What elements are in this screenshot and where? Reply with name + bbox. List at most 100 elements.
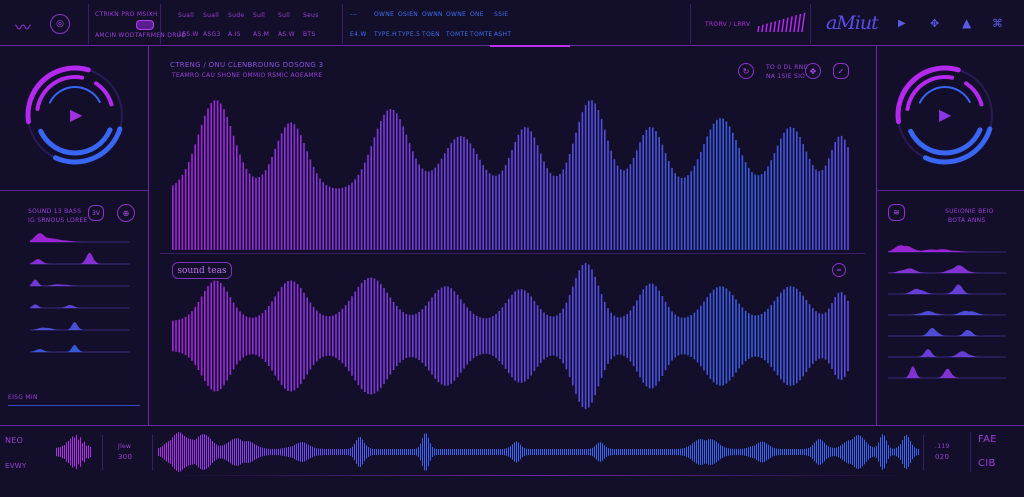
waveform-bar [370, 448, 371, 456]
waveform-bar [540, 449, 541, 455]
waveform-bar [510, 446, 511, 458]
waveform-bar [466, 449, 467, 455]
waveform-bar [476, 449, 477, 455]
waveform-bar [312, 446, 313, 458]
waveform-bar [810, 446, 811, 458]
waveform-bar [326, 448, 327, 456]
waveform-bar [258, 446, 259, 458]
waveform-bar [216, 444, 217, 460]
waveform-bar [290, 446, 291, 458]
waveform-bar [814, 442, 815, 462]
waveform-bar [276, 448, 277, 456]
waveform-bar [542, 449, 543, 455]
waveform-bar [316, 448, 317, 456]
waveform-bar [572, 449, 573, 455]
waveform-bar [786, 448, 787, 456]
waveform-bar [706, 440, 707, 464]
waveform-bar [434, 448, 435, 456]
waveform-bar [214, 442, 215, 462]
waveform-bar [770, 446, 771, 458]
waveform-bar [822, 440, 823, 464]
waveform-bar [504, 448, 505, 456]
waveform-bar [582, 448, 583, 456]
waveform-bar [604, 445, 605, 459]
waveform-bar [282, 448, 283, 456]
waveform-bar [694, 441, 695, 463]
waveform-bar [720, 444, 721, 460]
waveform-bar [366, 445, 367, 459]
waveform-bar [458, 449, 459, 455]
waveform-bar [472, 449, 473, 455]
waveform-bar [398, 449, 399, 455]
waveform-bar [488, 449, 489, 455]
waveform-bar [904, 436, 905, 468]
waveform-bar [820, 439, 821, 465]
waveform-bar [250, 441, 251, 463]
waveform-bar [586, 448, 587, 456]
waveform-bar [304, 442, 305, 462]
waveform-bar [198, 436, 199, 468]
waveform-bar [766, 443, 767, 461]
waveform-bar [668, 448, 669, 456]
waveform-bar [376, 448, 377, 456]
waveform-bar [866, 442, 867, 462]
waveform-bar [576, 449, 577, 455]
waveform-bar [674, 448, 675, 456]
waveform-bar [554, 449, 555, 455]
waveform-bar [428, 437, 429, 467]
waveform-bar [432, 447, 433, 457]
waveform-bar [462, 449, 463, 455]
waveform-bar [252, 442, 253, 462]
waveform-bar [286, 447, 287, 457]
waveform-bar [408, 448, 409, 456]
waveform-bar [894, 448, 895, 456]
waveform-bar [406, 449, 407, 456]
waveform-bar [696, 440, 697, 464]
waveform-bar [898, 446, 899, 458]
waveform-bar [560, 449, 561, 455]
waveform-bar [640, 449, 641, 455]
waveform-bar [192, 439, 193, 465]
waveform-bar [562, 449, 563, 455]
waveform-bar [558, 449, 559, 455]
waveform-bar [218, 445, 219, 459]
waveform-bar [206, 435, 207, 469]
waveform-bar [360, 437, 361, 467]
waveform-bar [418, 447, 419, 457]
waveform-bar [750, 446, 751, 458]
waveform-bar [382, 448, 383, 455]
waveform-bar [500, 448, 501, 456]
waveform-bar [378, 448, 379, 456]
waveform-bar [356, 440, 357, 464]
waveform-bar [648, 449, 649, 455]
waveform-bar [890, 447, 891, 457]
waveform-bar [852, 439, 853, 465]
waveform-bar [782, 448, 783, 456]
waveform-bar [478, 449, 479, 455]
waveform-bar [606, 447, 607, 457]
waveform-bar [394, 449, 395, 455]
waveform-bar [178, 432, 179, 472]
waveform-bar [310, 445, 311, 459]
bottom-right-label: .119 [935, 443, 950, 450]
waveform-bar [234, 438, 235, 466]
waveform-bar [738, 448, 739, 456]
bottom-timeline-waveform[interactable] [0, 0, 1024, 497]
waveform-bar [860, 435, 861, 469]
waveform-bar [236, 438, 237, 466]
waveform-bar [548, 449, 549, 455]
waveform-bar [634, 449, 635, 455]
waveform-bar [270, 448, 271, 456]
waveform-bar [746, 447, 747, 457]
waveform-bar [708, 439, 709, 465]
waveform-bar [184, 435, 185, 469]
waveform-bar [874, 447, 875, 457]
waveform-bar [536, 448, 537, 456]
waveform-bar [166, 442, 167, 462]
waveform-bar [404, 449, 405, 455]
waveform-bar [464, 449, 465, 455]
waveform-bar [260, 447, 261, 457]
waveform-bar [726, 447, 727, 457]
waveform-bar [856, 435, 857, 469]
waveform-bar [712, 439, 713, 465]
